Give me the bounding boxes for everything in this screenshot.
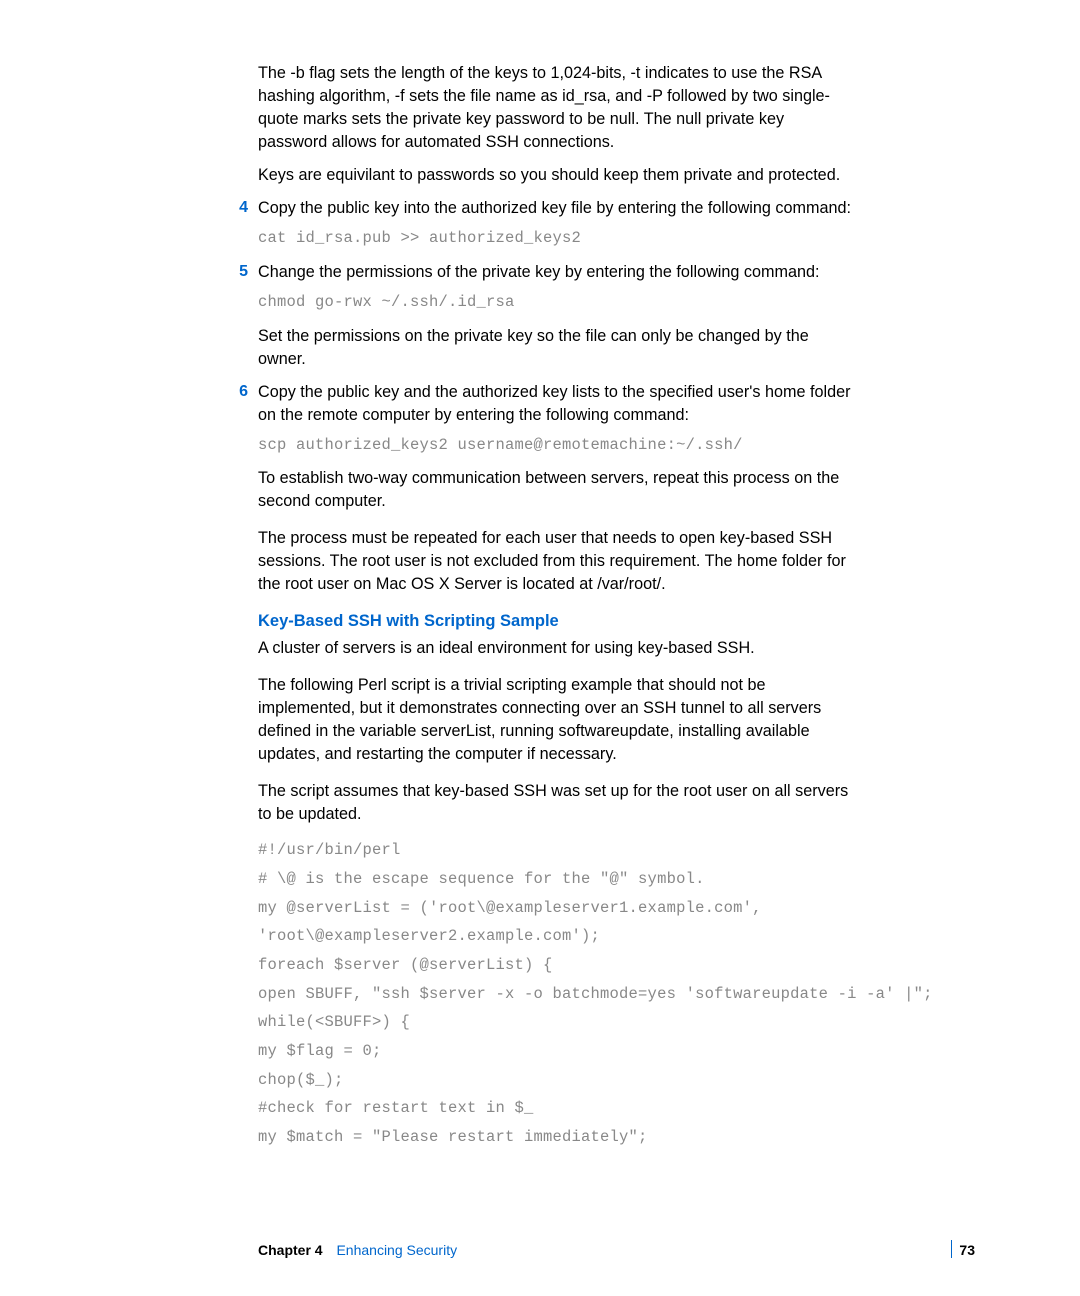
page-number: 73 bbox=[959, 1242, 975, 1258]
chapter-title: Enhancing Security bbox=[336, 1242, 457, 1258]
step-number: 5 bbox=[230, 261, 258, 284]
step-number: 4 bbox=[230, 197, 258, 220]
step-5: 5 Change the permissions of the private … bbox=[230, 261, 852, 284]
chapter-label: Chapter 4 bbox=[258, 1242, 323, 1258]
code-line: my $flag = 0; bbox=[258, 1037, 852, 1066]
code-line: my @serverList = ('root\@exampleserver1.… bbox=[258, 894, 852, 923]
step-4: 4 Copy the public key into the authorize… bbox=[230, 197, 852, 220]
footer-divider bbox=[951, 1240, 952, 1258]
code-snippet: scp authorized_keys2 username@remotemach… bbox=[258, 433, 852, 458]
code-snippet: chmod go-rwx ~/.ssh/.id_rsa bbox=[258, 290, 852, 315]
paragraph: A cluster of servers is an ideal environ… bbox=[230, 637, 852, 660]
paragraph: The -b flag sets the length of the keys … bbox=[230, 62, 852, 154]
code-line: foreach $server (@serverList) { bbox=[258, 951, 852, 980]
footer-chapter: Chapter 4 Enhancing Security bbox=[258, 1242, 457, 1258]
code-snippet: cat id_rsa.pub >> authorized_keys2 bbox=[258, 226, 852, 251]
step-text: Copy the public key and the authorized k… bbox=[258, 381, 852, 427]
code-line: #!/usr/bin/perl bbox=[258, 836, 852, 865]
step-number: 6 bbox=[230, 381, 258, 404]
perl-script-block: #!/usr/bin/perl # \@ is the escape seque… bbox=[230, 836, 852, 1151]
code-line: 'root\@exampleserver2.example.com'); bbox=[258, 922, 852, 951]
step-6: 6 Copy the public key and the authorized… bbox=[230, 381, 852, 427]
section-heading: Key-Based SSH with Scripting Sample bbox=[258, 612, 852, 631]
code-line: my $match = "Please restart immediately"… bbox=[258, 1123, 852, 1152]
code-line: chop($_); bbox=[258, 1066, 852, 1095]
paragraph: Set the permissions on the private key s… bbox=[230, 325, 852, 371]
paragraph: To establish two-way communication betwe… bbox=[230, 467, 852, 513]
code-line: while(<SBUFF>) { bbox=[258, 1008, 852, 1037]
paragraph: The following Perl script is a trivial s… bbox=[230, 674, 852, 766]
paragraph: Keys are equivilant to passwords so you … bbox=[230, 164, 852, 187]
code-line: # \@ is the escape sequence for the "@" … bbox=[258, 865, 852, 894]
paragraph: The script assumes that key-based SSH wa… bbox=[230, 780, 852, 826]
step-text: Copy the public key into the authorized … bbox=[258, 197, 852, 220]
code-line: open SBUFF, "ssh $server -x -o batchmode… bbox=[258, 980, 852, 1009]
page-body: The -b flag sets the length of the keys … bbox=[0, 0, 952, 1152]
code-line: #check for restart text in $_ bbox=[258, 1094, 852, 1123]
step-text: Change the permissions of the private ke… bbox=[258, 261, 852, 284]
paragraph: The process must be repeated for each us… bbox=[230, 527, 852, 596]
